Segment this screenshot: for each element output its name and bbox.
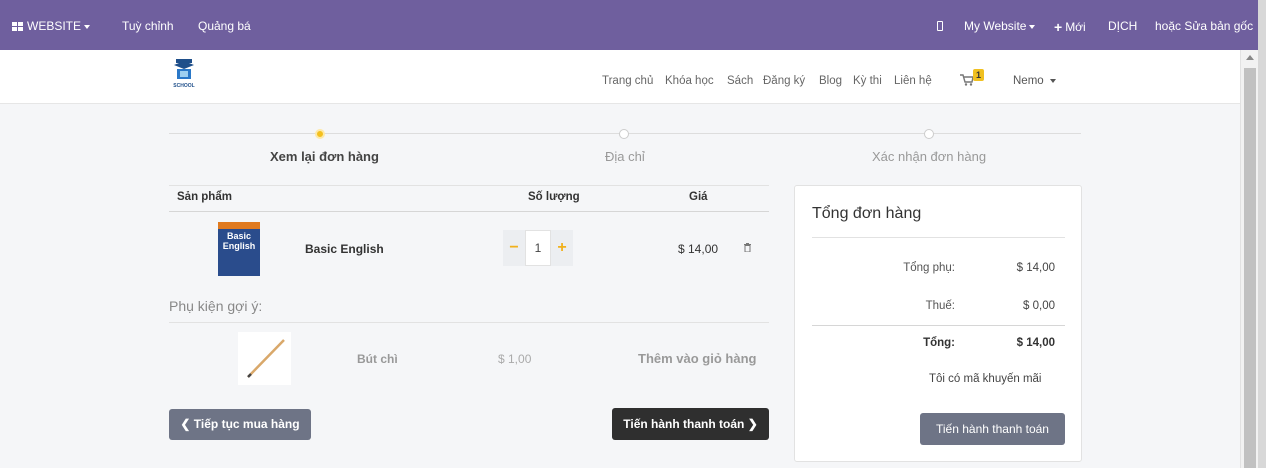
mobile-icon (937, 21, 943, 31)
plus-icon: + (1054, 19, 1063, 35)
total-value: $ 14,00 (1016, 337, 1055, 349)
product-name[interactable]: Basic English (305, 242, 384, 256)
apps-grid-icon (12, 22, 23, 31)
add-to-cart-button[interactable]: Thêm vào giỏ hàng (638, 351, 756, 366)
cart-count-badge: 1 (973, 69, 985, 81)
tax-label: Thuế: (925, 300, 955, 312)
order-summary-title: Tổng đơn hàng (812, 205, 922, 222)
step-dot-confirm (924, 129, 934, 139)
cover-title-line2: English (222, 241, 256, 251)
step-label-address: Địa chỉ (605, 149, 645, 164)
increase-qty-button[interactable]: + (551, 230, 573, 266)
tax-value: $ 0,00 (1023, 300, 1055, 312)
suggested-divider (169, 322, 769, 323)
pencil-icon (247, 339, 285, 378)
table-top-border (169, 185, 769, 186)
decrease-qty-button[interactable]: − (503, 230, 525, 266)
order-summary-card: Tổng đơn hàng Tổng phụ: $ 14,00 Thuế: $ … (794, 185, 1082, 462)
suggested-product-name[interactable]: Bút chì (357, 352, 398, 366)
cover-title-line1: Basic (226, 231, 252, 241)
cart-icon[interactable] (960, 74, 974, 86)
subtotal-label: Tổng phụ: (903, 262, 955, 274)
vertical-scrollbar[interactable] (1240, 50, 1258, 468)
customize-menu[interactable]: Tuỳ chỉnh (122, 19, 174, 33)
promo-code-link[interactable]: Tôi có mã khuyến mãi (929, 373, 1042, 385)
quantity-stepper: − 1 + (503, 230, 573, 266)
table-header-border (169, 211, 769, 212)
editor-topbar: WEBSITE Tuỳ chỉnh Quảng bá My Website + M… (0, 0, 1258, 50)
suggested-title: Phụ kiện gợi ý: (169, 298, 263, 314)
nav-exams[interactable]: Kỳ thi (853, 75, 882, 87)
quantity-input[interactable]: 1 (525, 230, 551, 266)
site-navbar: SCHOOL Trang chủ Khóa học Sách Đăng ký B… (0, 50, 1258, 104)
caret-down-icon (1029, 24, 1036, 29)
total-divider (812, 325, 1065, 326)
edit-master-link[interactable]: hoặc Sửa bản gốc (1155, 19, 1253, 33)
col-header-price: Giá (689, 191, 708, 203)
step-label-confirm: Xác nhận đơn hàng (872, 149, 987, 164)
my-website-menu[interactable]: My Website (964, 19, 1036, 33)
nav-home[interactable]: Trang chủ (602, 75, 653, 87)
suggested-product-price: $ 1,00 (498, 352, 532, 366)
promote-menu[interactable]: Quảng bá (198, 19, 251, 33)
continue-shopping-button[interactable]: ❮ Tiếp tục mua hàng (169, 409, 311, 440)
caret-down-icon (84, 24, 91, 29)
scroll-up-icon[interactable] (1246, 55, 1254, 60)
mobile-preview-button[interactable] (937, 19, 943, 33)
user-menu[interactable]: Nemo (1013, 75, 1056, 87)
scrollbar-thumb[interactable] (1244, 68, 1256, 468)
nav-contact[interactable]: Liên hệ (894, 75, 932, 87)
nav-blog[interactable]: Blog (819, 75, 842, 87)
summary-checkout-button[interactable]: Tiến hành thanh toán (920, 413, 1065, 445)
translate-button[interactable]: DỊCH (1108, 19, 1137, 33)
chevron-left-icon: ❮ (180, 417, 194, 431)
product-image[interactable]: Basic English (218, 222, 260, 276)
step-dot-address (619, 129, 629, 139)
new-button[interactable]: + Mới (1054, 19, 1086, 35)
step-dot-review (315, 129, 325, 139)
trash-icon[interactable] (744, 243, 751, 252)
chevron-right-icon: ❯ (744, 417, 758, 431)
suggested-product-image[interactable] (238, 332, 291, 385)
logo-text: SCHOOL (173, 83, 194, 89)
nav-register[interactable]: Đăng ký (763, 75, 805, 87)
total-label: Tổng: (923, 337, 955, 349)
col-header-qty: Số lượng (528, 191, 580, 203)
nav-courses[interactable]: Khóa học (665, 75, 714, 87)
product-price: $ 14,00 (678, 242, 719, 256)
nav-books[interactable]: Sách (727, 75, 753, 87)
summary-divider (812, 237, 1065, 238)
school-logo[interactable]: SCHOOL (170, 57, 198, 91)
browser-page: WEBSITE Tuỳ chỉnh Quảng bá My Website + M… (0, 0, 1258, 468)
subtotal-value: $ 14,00 (1016, 262, 1055, 274)
col-header-product: Sản phẩm (177, 191, 232, 203)
proceed-checkout-button[interactable]: Tiến hành thanh toán ❯ (612, 408, 769, 440)
website-menu[interactable]: WEBSITE (12, 19, 91, 33)
caret-down-icon (1049, 78, 1056, 83)
step-label-review: Xem lại đơn hàng (270, 149, 379, 164)
